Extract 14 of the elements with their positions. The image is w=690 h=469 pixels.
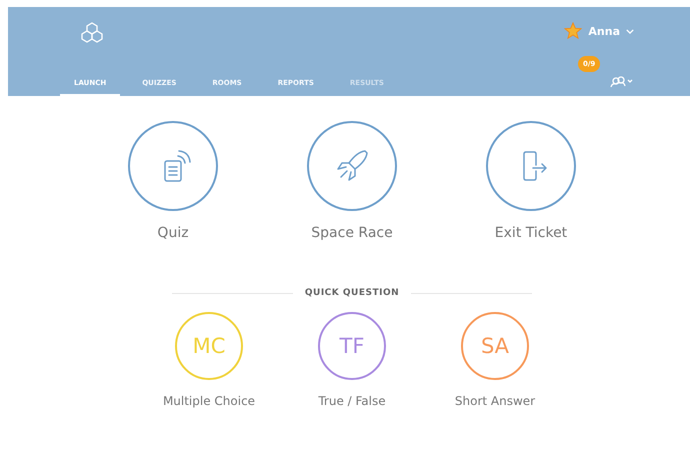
launch-label: Quiz	[157, 225, 189, 241]
launch-label: Space Race	[311, 225, 393, 241]
question-type-button[interactable]: TF	[318, 312, 386, 380]
chevron-down-icon	[626, 28, 634, 34]
launch-label: Exit Ticket	[494, 225, 568, 241]
question-type-button[interactable]: MC	[175, 312, 243, 380]
question-type-button[interactable]: SA	[461, 312, 529, 380]
section-heading: QUICK QUESTION	[304, 288, 400, 298]
user-menu-button[interactable]: Anna	[588, 24, 634, 38]
question-type-label: Short Answer	[454, 394, 536, 408]
question-type-label: Multiple Choice	[162, 394, 256, 408]
star-icon	[564, 22, 582, 40]
rooms-dropdown-button[interactable]	[608, 76, 634, 88]
question-type-label: True / False	[318, 394, 386, 408]
